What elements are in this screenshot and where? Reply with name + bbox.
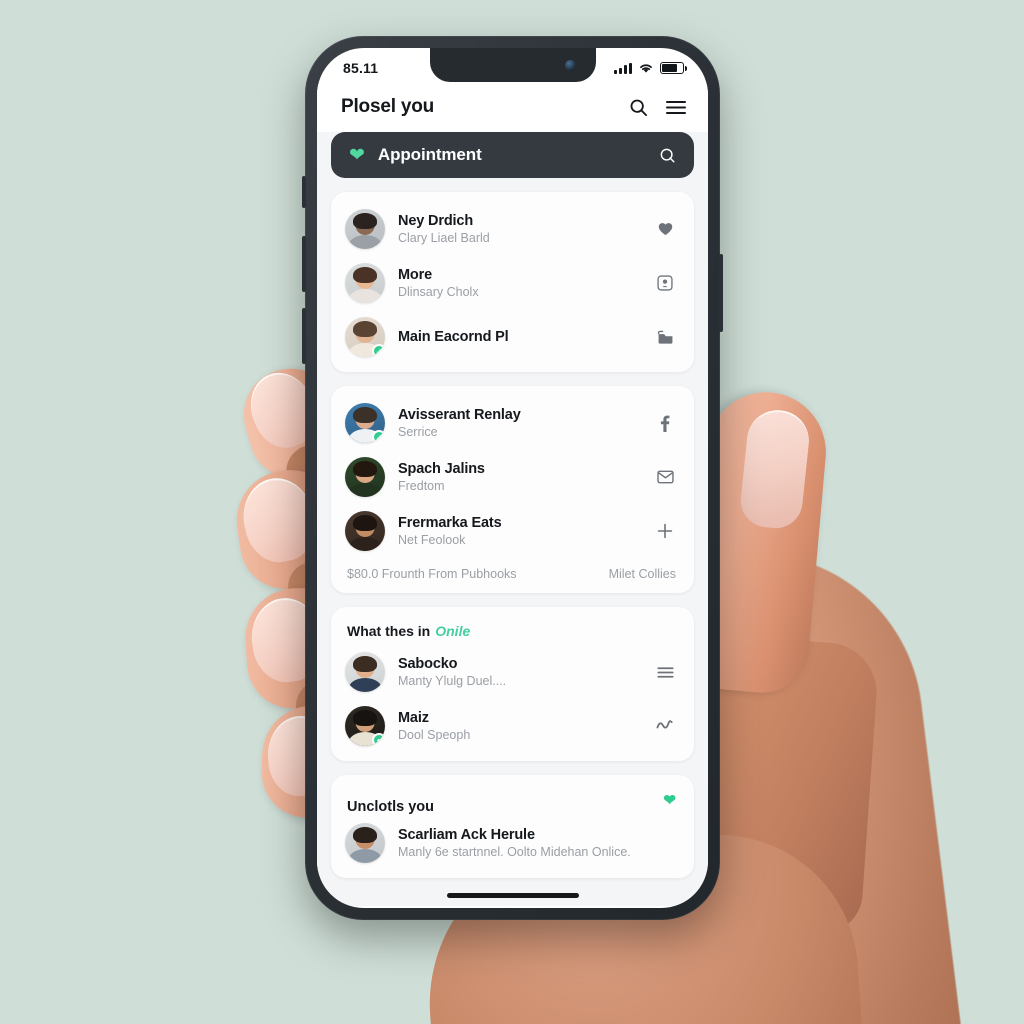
notch xyxy=(429,48,596,82)
section-heading: What thes in Onile xyxy=(331,621,694,645)
front-camera-icon xyxy=(564,60,576,71)
list-item-title: More xyxy=(398,267,433,283)
list-item-title: Avisserant Renlay xyxy=(398,407,521,423)
card-heading-text: Unclotls you xyxy=(347,799,435,815)
wave-icon[interactable] xyxy=(652,713,678,739)
list-item-title: Frermarka Eats xyxy=(398,515,502,531)
section-heading-accent: Onile xyxy=(435,623,471,639)
online-badge: ✓ xyxy=(372,344,385,357)
card-footer-right[interactable]: Milet Collies xyxy=(609,567,676,581)
contacts-card: Ney Drdich Clary Liael Barld More Dlinsa… xyxy=(331,192,694,372)
list-item-subtitle: Serrice xyxy=(398,425,438,439)
avatar: ● xyxy=(345,706,385,746)
list-item-title: Main Eacornd Pl xyxy=(398,329,509,345)
list-item[interactable]: Scarliam Ack Herule Manly 6e startnnel. … xyxy=(331,819,694,870)
list-lines-icon[interactable] xyxy=(652,659,678,685)
volume-up-button[interactable] xyxy=(302,236,306,292)
services-card: ✓ Avisserant Renlay Serrice Spach Jalins… xyxy=(331,386,694,593)
list-item-subtitle: Manty Ylulg Duel.... xyxy=(398,674,507,688)
avatar xyxy=(345,263,385,303)
mute-switch[interactable] xyxy=(302,176,306,208)
list-item-subtitle: Net Feolook xyxy=(398,533,466,547)
list-item[interactable]: ● Maiz Dool Speoph xyxy=(331,699,694,753)
card-footer-left: $80.0 Frounth From Pubhooks xyxy=(347,567,517,581)
wifi-icon xyxy=(638,62,654,74)
avatar: ✓ xyxy=(345,403,385,443)
heart-icon[interactable]: ❤ xyxy=(663,791,676,809)
list-item-subtitle: Fredtom xyxy=(398,479,445,493)
search-icon[interactable] xyxy=(659,147,676,164)
list-item[interactable]: Ney Drdich Clary Liael Barld xyxy=(331,202,694,256)
avatar xyxy=(345,823,385,863)
phone-screen: 85.11 Plosel you ❤ Appointment Ney Drdic… xyxy=(317,48,708,908)
avatar xyxy=(345,652,385,692)
online-badge: ✓ xyxy=(372,430,385,443)
avatar xyxy=(345,511,385,551)
list-item[interactable]: Frermarka Eats Net Feolook xyxy=(331,504,694,558)
mail-envelope-icon[interactable] xyxy=(652,464,678,490)
avatar: ✓ xyxy=(345,317,385,357)
volume-down-button[interactable] xyxy=(302,308,306,364)
list-item-subtitle: Dool Speoph xyxy=(398,728,471,742)
scene: 85.11 Plosel you ❤ Appointment Ney Drdic… xyxy=(0,0,1024,1024)
power-button[interactable] xyxy=(719,254,723,332)
battery-icon xyxy=(660,62,687,74)
app-header: Plosel you xyxy=(317,84,708,132)
folder-tray-icon[interactable] xyxy=(652,324,678,350)
list-item[interactable]: Sabocko Manty Ylulg Duel.... xyxy=(331,645,694,699)
card-heading: Unclotls you ❤ xyxy=(331,785,694,819)
list-item-title: Maiz xyxy=(398,710,429,726)
search-icon[interactable] xyxy=(629,98,648,117)
heart-filled-icon[interactable] xyxy=(652,216,678,242)
list-item[interactable]: Spach Jalins Fredtom xyxy=(331,450,694,504)
list-item-subtitle: Manly 6e startnnel. Oolto Midehan Onlice… xyxy=(398,845,631,859)
avatar xyxy=(345,457,385,497)
online-badge: ● xyxy=(372,733,385,746)
banner-title: Appointment xyxy=(377,145,482,164)
facebook-f-icon[interactable] xyxy=(652,410,678,436)
image-frame-icon[interactable] xyxy=(652,270,678,296)
heart-icon: ❤ xyxy=(349,144,365,166)
list-item-title: Spach Jalins xyxy=(398,461,485,477)
list-item-title: Scarliam Ack Herule xyxy=(398,827,535,843)
status-bar-time: 85.11 xyxy=(343,60,379,76)
avatar xyxy=(345,209,385,249)
list-item[interactable]: More Dlinsary Cholx xyxy=(331,256,694,310)
list-item-subtitle: Clary Liael Barld xyxy=(398,231,490,245)
card-footer: $80.0 Frounth From Pubhooks Milet Collie… xyxy=(331,558,694,585)
list-item-title: Sabocko xyxy=(398,656,458,672)
content-area[interactable]: ❤ Appointment Ney Drdich Clary Liael Bar… xyxy=(317,132,708,906)
phone-device: 85.11 Plosel you ❤ Appointment Ney Drdic… xyxy=(302,36,723,920)
online-card: What thes in Onile Sabocko Manty Ylulg Du… xyxy=(331,607,694,761)
hamburger-menu-icon[interactable] xyxy=(666,100,686,115)
section-heading-text: What thes in xyxy=(347,623,431,639)
appointment-banner[interactable]: ❤ Appointment xyxy=(331,132,694,178)
unread-card: Unclotls you ❤ Scarliam Ack Herule Manly… xyxy=(331,775,694,878)
page-title: Plosel you xyxy=(341,96,435,117)
plus-icon[interactable] xyxy=(652,518,678,544)
list-item-title: Ney Drdich xyxy=(398,213,474,229)
home-indicator[interactable] xyxy=(446,893,579,898)
list-item[interactable]: ✓ Avisserant Renlay Serrice xyxy=(331,396,694,450)
signal-bars-icon xyxy=(614,62,632,74)
list-item[interactable]: ✓ Main Eacornd Pl xyxy=(331,310,694,364)
list-item-subtitle: Dlinsary Cholx xyxy=(398,285,479,299)
